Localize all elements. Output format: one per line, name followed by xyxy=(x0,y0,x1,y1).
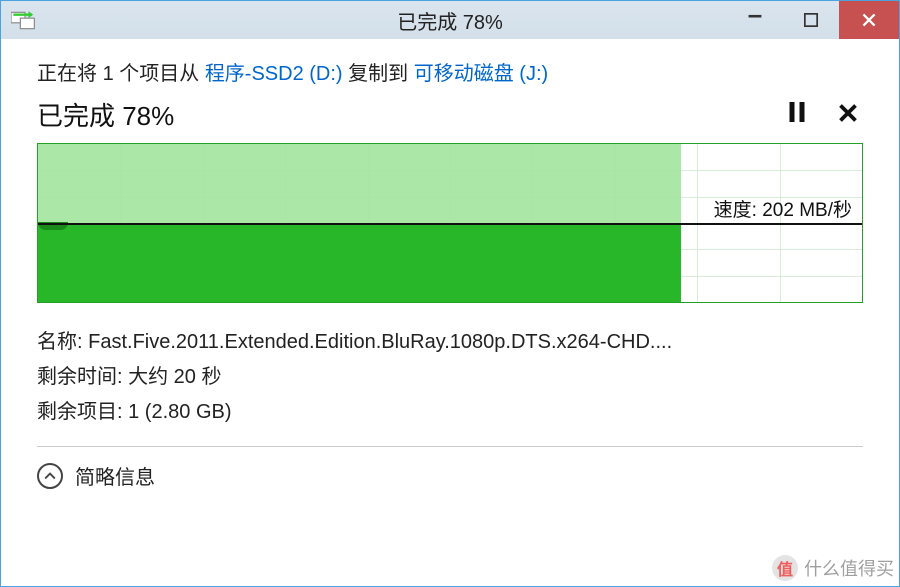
destination-link[interactable]: 可移动磁盘 (J:) xyxy=(414,63,548,85)
titlebar: 已完成 78% – xyxy=(1,1,899,39)
source-link[interactable]: 程序-SSD2 (D:) xyxy=(205,63,343,85)
details-toggle-label: 简略信息 xyxy=(75,461,155,490)
dialog-content: 正在将 1 个项目从 程序-SSD2 (D:) 复制到 可移动磁盘 (J:) 已… xyxy=(1,39,899,586)
watermark-badge-icon: 值 xyxy=(772,555,798,581)
pause-button[interactable] xyxy=(789,102,805,128)
maximize-button[interactable] xyxy=(783,1,839,39)
progress-status: 已完成 78% xyxy=(37,96,174,133)
detail-items-remaining: 剩余项目: 1 (2.80 GB) xyxy=(37,395,863,430)
window-title: 已完成 78% xyxy=(397,6,503,35)
progress-controls xyxy=(789,102,863,128)
chart-midline xyxy=(38,223,862,225)
details-toggle[interactable]: 简略信息 xyxy=(37,461,863,490)
transfer-details: 名称: Fast.Five.2011.Extended.Edition.BluR… xyxy=(37,325,863,430)
copy-description: 正在将 1 个项目从 程序-SSD2 (D:) 复制到 可移动磁盘 (J:) xyxy=(37,57,863,86)
cancel-button[interactable] xyxy=(839,102,857,128)
chevron-up-icon xyxy=(37,463,63,489)
detail-time-remaining: 剩余时间: 大约 20 秒 xyxy=(37,360,863,395)
watermark-text: 什么值得买 xyxy=(804,555,894,581)
chart-fill-upper xyxy=(38,144,681,223)
divider xyxy=(37,446,863,447)
copy-progress-icon xyxy=(11,9,39,31)
close-button[interactable] xyxy=(839,1,899,39)
speed-label: 速度: 202 MB/秒 xyxy=(714,195,852,222)
speed-chart: 速度: 202 MB/秒 xyxy=(37,143,863,303)
file-copy-dialog: 已完成 78% – 正在将 1 个项目从 程序-SSD2 (D:) 复制到 可移… xyxy=(0,0,900,587)
window-controls: – xyxy=(727,1,899,39)
watermark: 值 什么值得买 xyxy=(772,555,894,581)
chart-fill-lower xyxy=(38,223,681,302)
minimize-button[interactable]: – xyxy=(727,1,783,39)
status-row: 已完成 78% xyxy=(37,96,863,133)
detail-name: 名称: Fast.Five.2011.Extended.Edition.BluR… xyxy=(37,325,863,360)
